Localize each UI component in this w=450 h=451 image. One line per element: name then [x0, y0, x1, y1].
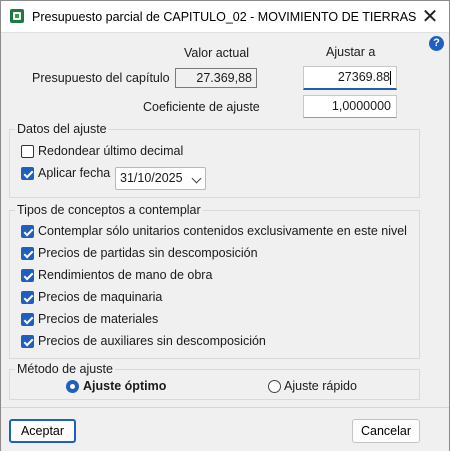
- fecha-value: 31/10/2025: [120, 171, 183, 185]
- text-caret: [390, 70, 391, 85]
- help-icon[interactable]: ?: [429, 36, 444, 51]
- datos-ajuste-group: [9, 129, 420, 198]
- datos-ajuste-title: Datos del ajuste: [15, 122, 109, 136]
- tipo-checkbox-unitarios[interactable]: [21, 225, 34, 238]
- aceptar-button[interactable]: Aceptar: [9, 419, 76, 443]
- tipos-conceptos-title: Tipos de conceptos a contemplar: [15, 203, 203, 217]
- ajuste-optimo-radio[interactable]: [66, 380, 79, 393]
- valor-actual-field: 27.369,88: [175, 68, 257, 88]
- ajustar-a-header: Ajustar a: [326, 45, 376, 59]
- tipo-checkbox-mano-obra[interactable]: [21, 269, 34, 282]
- ajuste-optimo-label[interactable]: Ajuste óptimo: [83, 379, 166, 393]
- tipo-label-partidas[interactable]: Precios de partidas sin descomposición: [38, 246, 258, 260]
- tipo-checkbox-auxiliares[interactable]: [21, 335, 34, 348]
- coeficiente-value: 1,0000000: [331, 99, 391, 113]
- cancelar-button[interactable]: Cancelar: [352, 419, 420, 443]
- tipo-checkbox-maquinaria[interactable]: [21, 291, 34, 304]
- valor-actual-header: Valor actual: [184, 46, 250, 60]
- valor-actual-value: 27.369,88: [196, 71, 252, 85]
- aplicar-fecha-checkbox[interactable]: [21, 167, 34, 180]
- spreadsheet-icon: [10, 9, 24, 23]
- tipo-label-auxiliares[interactable]: Precios de auxiliares sin descomposición: [38, 334, 266, 348]
- dialog-window: Presupuesto parcial de CAPITULO_02 - MOV…: [0, 0, 450, 451]
- ajustar-a-input[interactable]: 27369.88: [303, 66, 397, 90]
- tipo-label-mano-obra[interactable]: Rendimientos de mano de obra: [38, 268, 212, 282]
- fecha-date-picker[interactable]: 31/10/2025: [115, 167, 206, 190]
- ajuste-rapido-label[interactable]: Ajuste rápido: [284, 379, 357, 393]
- metodo-ajuste-title: Método de ajuste: [15, 362, 115, 376]
- presupuesto-label: Presupuesto del capítulo: [32, 71, 170, 85]
- redondear-label[interactable]: Redondear último decimal: [38, 144, 183, 158]
- aplicar-fecha-label[interactable]: Aplicar fecha: [38, 166, 110, 180]
- tipo-label-maquinaria[interactable]: Precios de maquinaria: [38, 290, 162, 304]
- tipo-checkbox-materiales[interactable]: [21, 313, 34, 326]
- window-title: Presupuesto parcial de CAPITULO_02 - MOV…: [32, 10, 417, 24]
- ajustar-a-value: 27369.88: [337, 70, 390, 84]
- coeficiente-label: Coeficiente de ajuste: [143, 100, 260, 114]
- chevron-down-icon[interactable]: [191, 173, 202, 184]
- coeficiente-input[interactable]: 1,0000000: [303, 95, 397, 118]
- redondear-checkbox[interactable]: [21, 145, 34, 158]
- tipo-label-materiales[interactable]: Precios de materiales: [38, 312, 158, 326]
- tipo-label-unitarios[interactable]: Contemplar sólo unitarios contenidos exc…: [38, 224, 407, 238]
- ajuste-rapido-radio[interactable]: [268, 380, 281, 393]
- close-button[interactable]: ✕: [417, 4, 443, 29]
- tipo-checkbox-partidas[interactable]: [21, 247, 34, 260]
- title-bar[interactable]: Presupuesto parcial de CAPITULO_02 - MOV…: [1, 1, 449, 33]
